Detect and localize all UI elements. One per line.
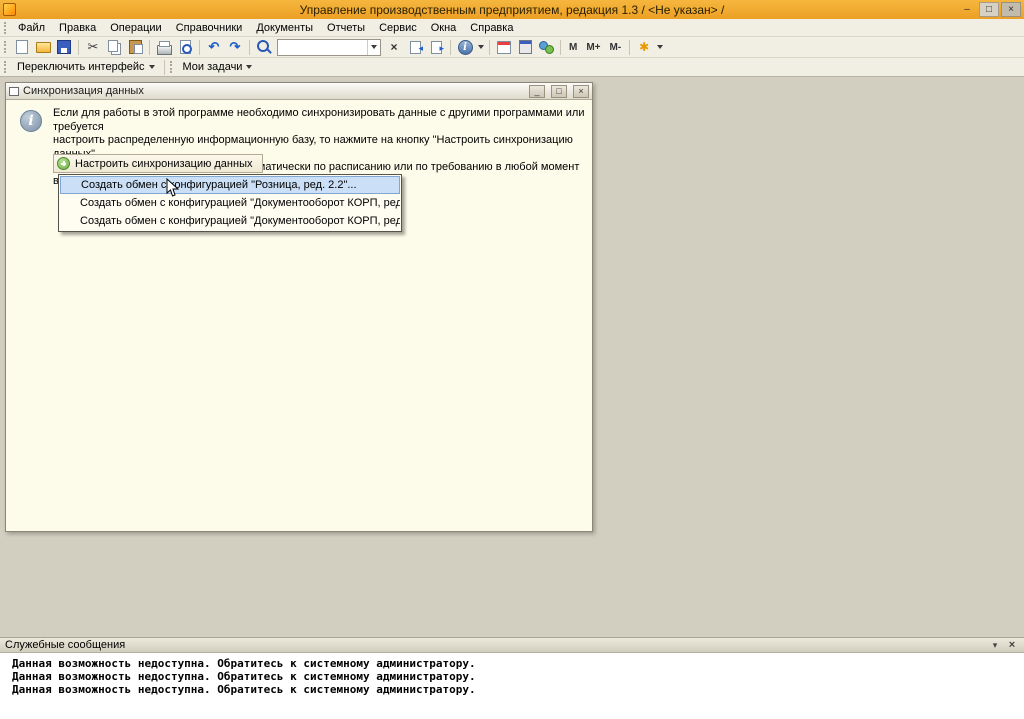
app-titlebar[interactable]: Управление производственным предприятием… <box>0 0 1024 19</box>
toolbar-drag-handle[interactable] <box>4 41 7 53</box>
switch-interface-label: Переключить интерфейс <box>17 61 145 73</box>
service-messages-title: Служебные сообщения <box>5 639 125 651</box>
clear-search-icon[interactable] <box>384 38 404 56</box>
users-icon[interactable] <box>536 38 556 56</box>
toolbar-drag-handle[interactable] <box>170 61 173 73</box>
open-document-icon[interactable] <box>33 38 53 56</box>
find-previous-icon[interactable] <box>405 38 425 56</box>
search-input[interactable] <box>278 41 367 53</box>
mdi-workspace: Синхронизация данных _ □ × i Если для ра… <box>0 77 1024 637</box>
switch-interface-button[interactable]: Переключить интерфейс <box>11 60 161 74</box>
main-toolbar: M M+ M- <box>0 37 1024 58</box>
configure-sync-button[interactable]: Настроить синхронизацию данных <box>53 154 263 173</box>
undo-icon[interactable] <box>204 38 224 56</box>
sync-window-title: Синхронизация данных <box>23 85 523 97</box>
info-icon[interactable] <box>455 38 475 56</box>
service-messages-body: Данная возможность недоступна. Обратитес… <box>0 652 1024 719</box>
window-title: Управление производственным предприятием… <box>0 3 1024 17</box>
menubar-drag-handle[interactable] <box>4 22 7 34</box>
add-plus-icon <box>57 157 70 170</box>
service-message: Данная возможность недоступна. Обратитес… <box>12 670 1024 683</box>
dropdown-caret-icon <box>149 65 155 69</box>
search-box <box>277 39 381 56</box>
toolbar-separator <box>629 40 630 55</box>
sync-maximize-button[interactable]: □ <box>551 85 567 98</box>
save-icon[interactable] <box>54 38 74 56</box>
info-circle-icon: i <box>20 110 42 132</box>
menu-item-create-exchange-docflow-2[interactable]: Создать обмен с конфигурацией "Документо… <box>60 212 400 230</box>
minimize-button[interactable]: – <box>957 2 977 17</box>
info-dropdown-caret-icon[interactable] <box>476 38 485 56</box>
dropdown-caret-icon <box>246 65 252 69</box>
new-document-icon[interactable] <box>12 38 32 56</box>
toolbar-separator <box>78 40 79 55</box>
menu-service[interactable]: Сервис <box>372 20 424 36</box>
toolbar-separator <box>489 40 490 55</box>
print-preview-icon[interactable] <box>175 38 195 56</box>
maximize-button[interactable]: □ <box>979 2 999 17</box>
interface-toolbar: Переключить интерфейс Мои задачи <box>0 58 1024 77</box>
menu-catalogs[interactable]: Справочники <box>169 20 250 36</box>
menu-item-create-exchange-docflow-14[interactable]: Создать обмен с конфигурацией "Документо… <box>60 194 400 212</box>
redo-icon[interactable] <box>225 38 245 56</box>
find-icon[interactable] <box>254 38 274 56</box>
sync-window: Синхронизация данных _ □ × i Если для ра… <box>5 82 593 532</box>
toolbar-separator <box>149 40 150 55</box>
configure-sync-button-label: Настроить синхронизацию данных <box>75 158 252 170</box>
find-next-icon[interactable] <box>426 38 446 56</box>
tips-icon[interactable] <box>634 38 654 56</box>
sync-close-button[interactable]: × <box>573 85 589 98</box>
menu-documents[interactable]: Документы <box>249 20 320 36</box>
calendar-icon[interactable] <box>494 38 514 56</box>
tips-dropdown-caret-icon[interactable] <box>655 38 664 56</box>
menu-bar: Файл Правка Операции Справочники Докумен… <box>0 19 1024 37</box>
memory-minus-button[interactable]: M- <box>606 38 626 56</box>
menu-edit[interactable]: Правка <box>52 20 103 36</box>
search-dropdown-caret-icon[interactable] <box>367 40 380 55</box>
menu-windows[interactable]: Окна <box>424 20 464 36</box>
menu-item-create-exchange-retail[interactable]: Создать обмен с конфигурацией "Розница, … <box>60 176 400 194</box>
close-messages-icon[interactable] <box>1005 639 1019 651</box>
menu-help[interactable]: Справка <box>463 20 520 36</box>
sync-window-content: i Если для работы в этой программе необх… <box>6 100 592 531</box>
copy-icon[interactable] <box>104 38 124 56</box>
app-icon[interactable] <box>3 3 16 16</box>
calculator-icon[interactable] <box>515 38 535 56</box>
cut-icon[interactable] <box>83 38 103 56</box>
memory-m-button[interactable]: M <box>565 38 581 56</box>
service-message: Данная возможность недоступна. Обратитес… <box>12 683 1024 696</box>
close-button[interactable]: × <box>1001 2 1021 17</box>
menu-operations[interactable]: Операции <box>103 20 168 36</box>
my-tasks-label: Мои задачи <box>183 61 243 73</box>
info-line: Если для работы в этой программе необход… <box>53 107 593 134</box>
sync-window-titlebar[interactable]: Синхронизация данных _ □ × <box>6 83 592 100</box>
service-messages-header[interactable]: Служебные сообщения <box>0 637 1024 652</box>
sync-minimize-button[interactable]: _ <box>529 85 545 98</box>
toolbar-separator <box>164 60 165 75</box>
window-icon <box>9 87 19 96</box>
toolbar-separator <box>560 40 561 55</box>
paste-icon[interactable] <box>125 38 145 56</box>
menu-file[interactable]: Файл <box>11 20 52 36</box>
toolbar-separator <box>450 40 451 55</box>
toolbar-drag-handle[interactable] <box>4 61 7 73</box>
toolbar-separator <box>199 40 200 55</box>
print-icon[interactable] <box>154 38 174 56</box>
service-message: Данная возможность недоступна. Обратитес… <box>12 657 1024 670</box>
memory-plus-button[interactable]: M+ <box>582 38 604 56</box>
toolbar-separator <box>249 40 250 55</box>
my-tasks-button[interactable]: Мои задачи <box>177 60 259 74</box>
menu-reports[interactable]: Отчеты <box>320 20 372 36</box>
autohide-icon[interactable] <box>988 639 1002 651</box>
exchange-dropdown-menu: Создать обмен с конфигурацией "Розница, … <box>58 174 402 232</box>
